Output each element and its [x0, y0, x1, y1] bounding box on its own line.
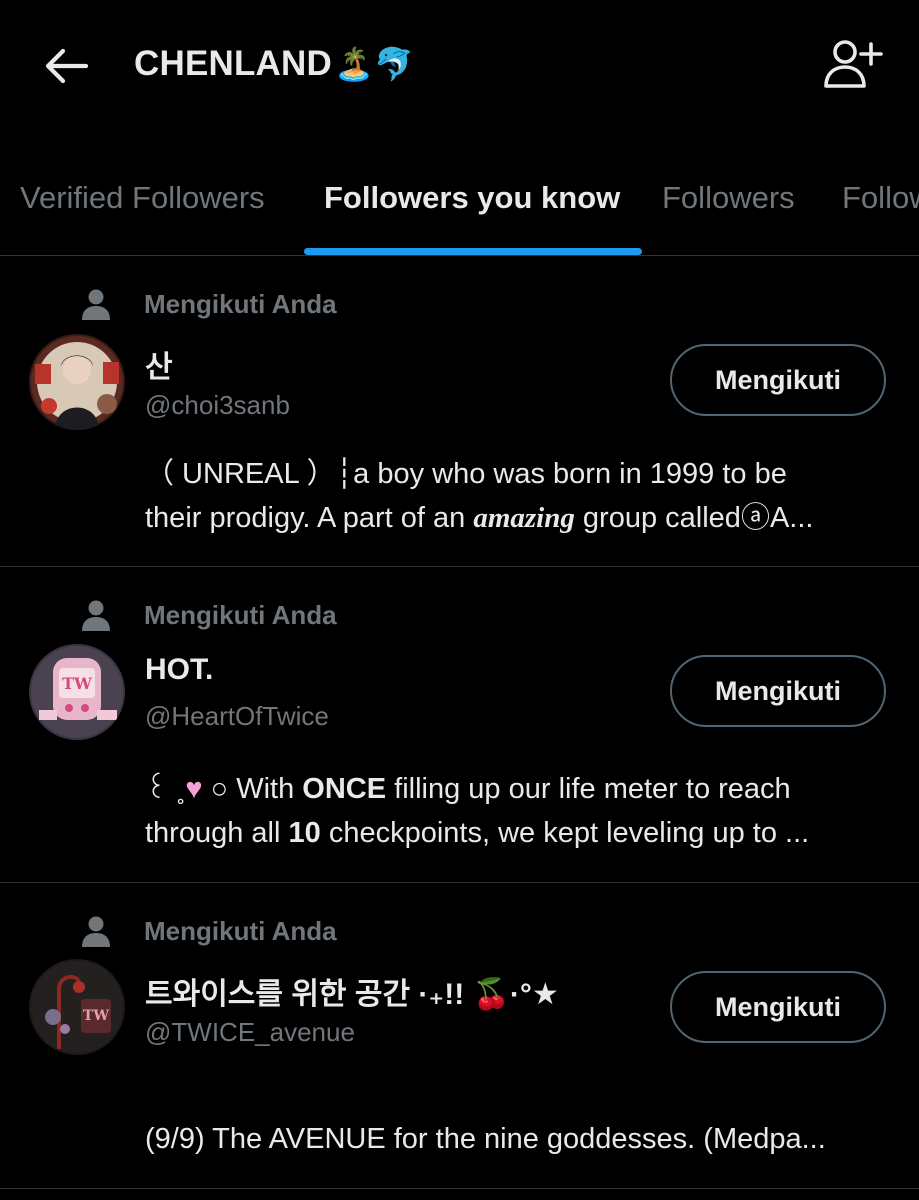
follows-you-label: Mengikuti Anda	[144, 915, 337, 946]
bio-line: ꒰ ˳♥ ○ With ONCE filling up our life met…	[145, 767, 895, 811]
follows-you-indicator: Mengikuti Anda	[80, 288, 337, 320]
user-bio: （ UNREAL ）┆a boy who was born in 1999 to…	[145, 452, 895, 540]
follows-you-indicator: Mengikuti Anda	[80, 599, 337, 631]
person-icon	[80, 288, 112, 320]
tab-verified-followers[interactable]: Verified Followers	[20, 180, 265, 216]
page-title-text: CHENLAND	[134, 44, 332, 83]
bio-text: ○ With	[210, 773, 303, 805]
bio-text: （ UNREAL ）┆a boy who was born in 1999 to…	[145, 458, 787, 490]
bio-text: (9/9) The AVENUE for the nine goddesses.…	[145, 1123, 826, 1155]
tab-followers[interactable]: Followers	[662, 180, 795, 216]
bio-text: group called	[574, 502, 741, 534]
bio-styled-text: amazing	[473, 502, 575, 534]
user-handle: @HeartOfTwice	[145, 701, 329, 731]
bio-text: filling up our life meter to reach	[386, 773, 791, 805]
user-row[interactable]: Mengikuti Anda 산 @choi3sanb Mengikuti （ …	[0, 256, 919, 566]
bio-text: checkpoints, we kept leveling up to ...	[320, 817, 810, 849]
follows-you-indicator: Mengikuti Anda	[80, 915, 337, 947]
bio-line: (9/9) The AVENUE for the nine goddesses.…	[145, 1117, 895, 1161]
user-handle: @choi3sanb	[145, 390, 290, 420]
tab-following[interactable]: Following	[842, 180, 919, 216]
tab-bar: Verified Followers Followers you know Fo…	[0, 150, 919, 256]
bio-bold-text: ONCE	[302, 773, 387, 805]
page-title: CHENLAND 🏝️🐬	[134, 44, 414, 84]
display-name: HOT.	[145, 653, 214, 686]
person-icon	[80, 599, 112, 631]
following-button[interactable]: Mengikuti	[670, 344, 886, 416]
back-button[interactable]	[40, 42, 92, 94]
bio-line: their prodigy. A part of an amazing grou…	[145, 496, 895, 540]
display-name: 트와이스를 위한 공간 ·₊!! 🍒·°★	[145, 978, 559, 1011]
following-button[interactable]: Mengikuti	[670, 655, 886, 727]
add-user-button[interactable]	[822, 38, 884, 94]
bio-bold-text: 10	[288, 817, 321, 849]
bio-text: ⓐ⁠A...	[740, 502, 814, 534]
bio-line: （ UNREAL ）┆a boy who was born in 1999 to…	[145, 452, 895, 496]
user-row[interactable]: Mengikuti Anda TW 트와이스를 위한 공간 ·₊!! 🍒·°★ …	[0, 883, 919, 1188]
following-button[interactable]: Mengikuti	[670, 971, 886, 1043]
avatar[interactable]	[29, 334, 125, 430]
svg-text:TW: TW	[83, 1008, 109, 1024]
avatar[interactable]: TW	[29, 959, 125, 1055]
avatar[interactable]: TW	[29, 644, 125, 740]
active-tab-indicator	[304, 248, 642, 255]
arrow-left-icon	[43, 48, 89, 89]
follows-you-label: Mengikuti Anda	[144, 288, 337, 319]
user-handle: @TWICE_avenue	[145, 1017, 355, 1047]
tab-followers-you-know[interactable]: Followers you know	[324, 180, 620, 216]
bio-text: their prodigy. A part of an	[145, 502, 474, 534]
person-icon	[80, 915, 112, 947]
person-add-icon	[823, 38, 883, 95]
user-row[interactable]: Mengikuti Anda TW HOT. @HeartOfTwice Men…	[0, 567, 919, 882]
top-app-bar: CHENLAND 🏝️🐬	[0, 0, 919, 140]
title-emoji: 🏝️🐬	[333, 45, 415, 83]
bio-text: through all	[145, 817, 289, 849]
svg-text:TW: TW	[62, 674, 93, 693]
bio-text: ꒰ ˳	[145, 773, 186, 805]
heart-icon: ♥	[185, 773, 203, 805]
bio-line: through all 10 checkpoints, we kept leve…	[145, 811, 895, 855]
user-bio: ꒰ ˳♥ ○ With ONCE filling up our life met…	[145, 767, 895, 855]
row-divider	[0, 1188, 919, 1189]
display-name: 산	[145, 351, 173, 384]
follows-you-label: Mengikuti Anda	[144, 599, 337, 630]
user-bio: (9/9) The AVENUE for the nine goddesses.…	[145, 1117, 895, 1161]
